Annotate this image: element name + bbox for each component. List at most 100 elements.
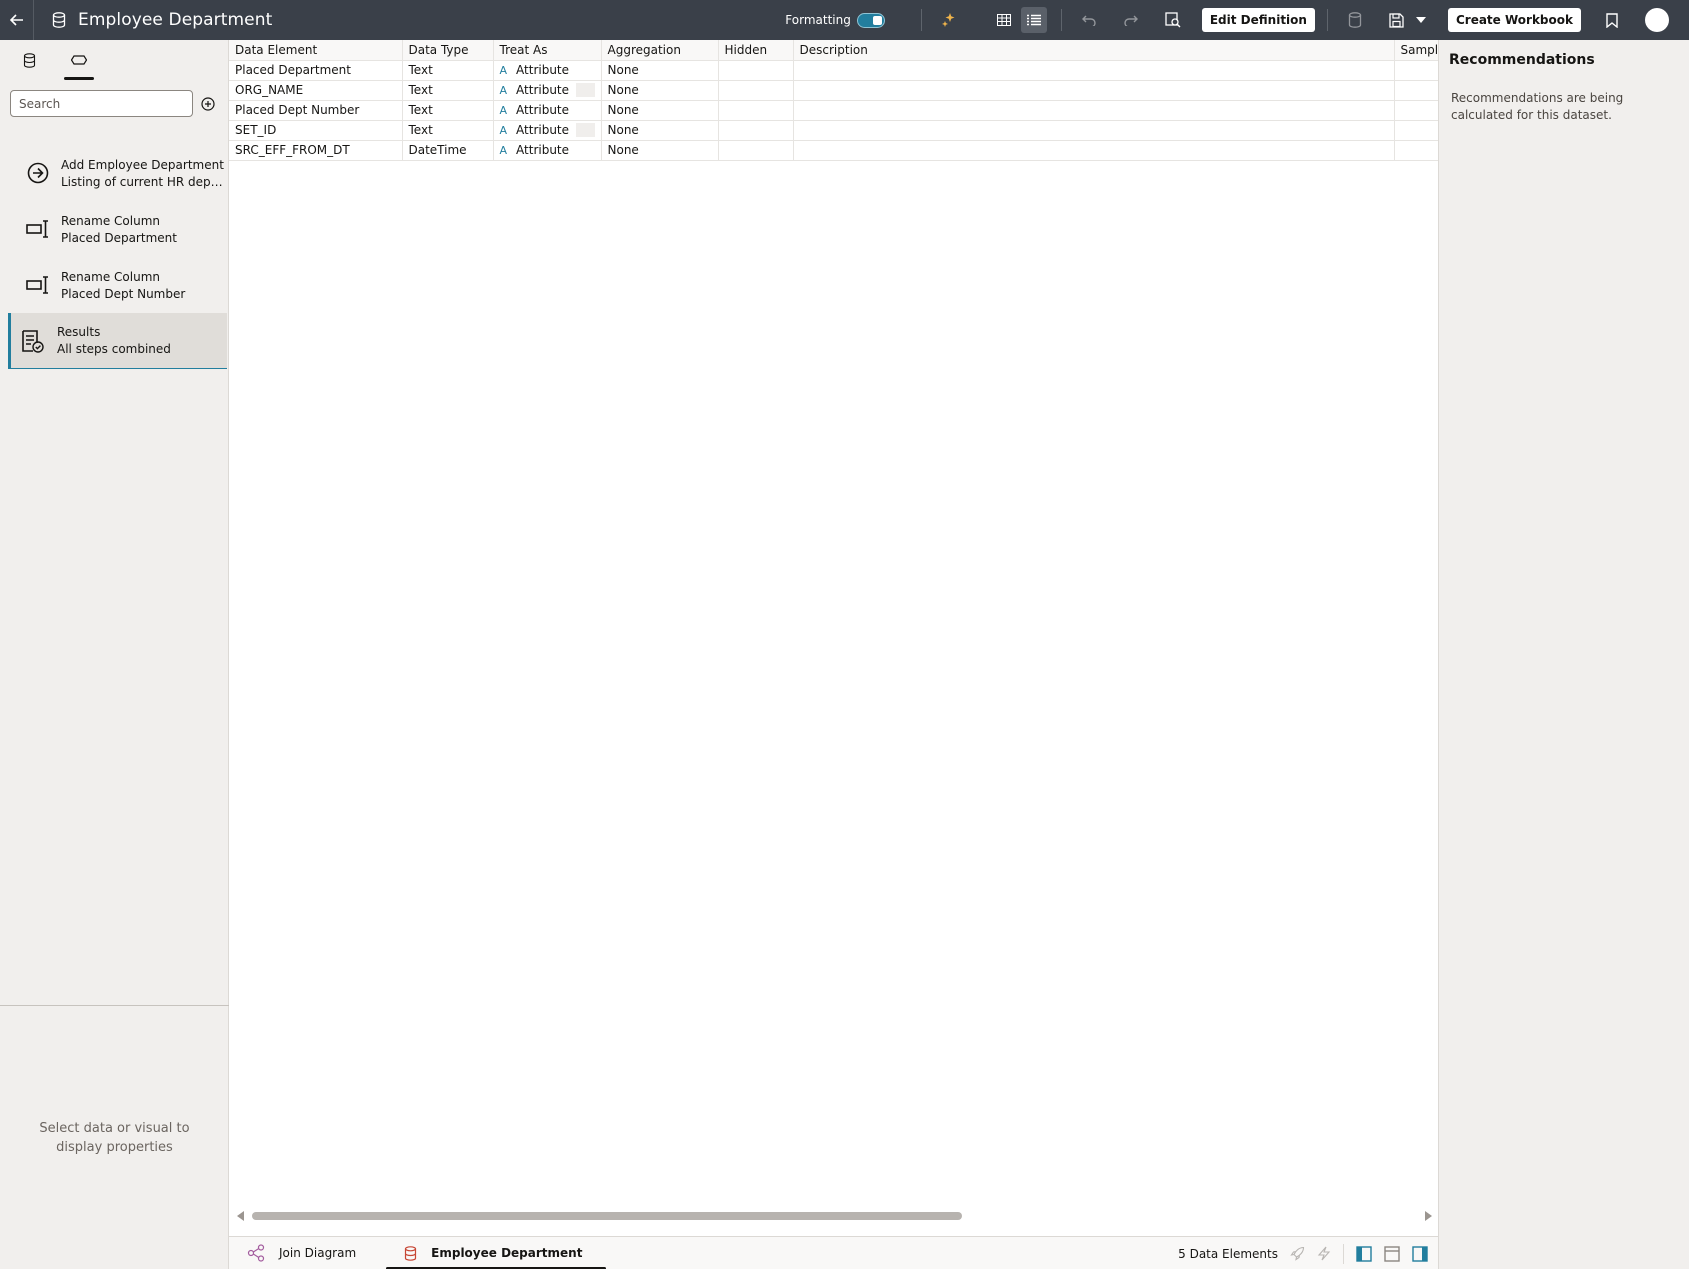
database-button[interactable] <box>1342 7 1368 33</box>
left-panel-toggle-icon[interactable] <box>1356 1245 1372 1262</box>
auto-insights-button[interactable] <box>936 7 962 33</box>
divider <box>1343 1243 1344 1264</box>
undo-icon <box>1081 15 1096 26</box>
grid-icon <box>996 14 1011 26</box>
cell-hidden[interactable] <box>718 80 794 101</box>
step-results[interactable]: Results All steps combined <box>8 313 227 369</box>
step-subtitle: Placed Department <box>61 230 177 245</box>
tab-label: Employee Department <box>431 1246 583 1260</box>
cell-hidden[interactable] <box>718 100 794 121</box>
capsule-icon <box>71 55 87 65</box>
divider <box>920 9 922 31</box>
save-button[interactable] <box>1384 7 1410 33</box>
search-input[interactable]: Search <box>10 90 193 117</box>
caret-down-icon <box>1415 17 1426 23</box>
step-rename-column[interactable]: Rename Column Placed Dept Number <box>8 257 227 313</box>
preview-button[interactable] <box>1160 7 1186 33</box>
column-header[interactable]: Aggregation <box>601 40 719 61</box>
cell-hidden[interactable] <box>718 120 794 141</box>
cell-description[interactable] <box>793 80 1395 101</box>
cell-data-element[interactable]: SRC_EFF_FROM_DT <box>229 140 403 161</box>
table-row[interactable]: Placed Dept Number Text A Attribute None <box>229 100 1439 121</box>
cell-treat-as[interactable]: A Attribute <box>493 140 602 161</box>
save-menu-button[interactable] <box>1414 7 1428 33</box>
cell-data-type[interactable]: Text <box>402 120 494 141</box>
table-row[interactable]: SET_ID Text A Attribute None <box>229 120 1439 141</box>
list-icon <box>1026 14 1041 26</box>
cell-hidden[interactable] <box>718 140 794 161</box>
cell-data-type[interactable]: Text <box>402 80 494 101</box>
tab-steps[interactable] <box>64 42 94 80</box>
undo-button[interactable] <box>1076 7 1102 33</box>
cell-data-element[interactable]: Placed Dept Number <box>229 100 403 121</box>
column-header[interactable]: Sample <box>1394 40 1439 61</box>
rocket-icon[interactable] <box>1290 1246 1305 1261</box>
cell-sample <box>1394 140 1439 161</box>
table-row[interactable]: SRC_EFF_FROM_DT DateTime A Attribute None <box>229 140 1439 161</box>
cell-description[interactable] <box>793 100 1395 121</box>
tab-data[interactable] <box>14 42 44 78</box>
sparkle-icon <box>941 13 955 27</box>
cell-hidden[interactable] <box>718 60 794 81</box>
recommendations-panel: Recommendations Recommendations are bein… <box>1438 40 1689 1269</box>
cell-data-type[interactable]: DateTime <box>402 140 494 161</box>
add-circle-icon[interactable] <box>201 96 215 111</box>
dataset-icon <box>52 12 66 28</box>
scroll-left-arrow-icon[interactable] <box>237 1211 244 1221</box>
cell-data-type[interactable]: Text <box>402 100 494 121</box>
cell-aggregation[interactable]: None <box>601 80 719 101</box>
cell-sample <box>1394 60 1439 81</box>
bookmark-button[interactable] <box>1599 7 1625 33</box>
cell-data-element[interactable]: SET_ID <box>229 120 403 141</box>
attribute-icon: A <box>499 143 508 157</box>
cell-description[interactable] <box>793 140 1395 161</box>
horizontal-scrollbar[interactable] <box>237 1210 1432 1222</box>
treat-as-value: Attribute <box>516 63 570 78</box>
bottom-panel-toggle-icon[interactable] <box>1384 1245 1400 1262</box>
step-title: Results <box>57 325 101 339</box>
cell-data-element[interactable]: ORG_NAME <box>229 80 403 101</box>
cell-description[interactable] <box>793 120 1395 141</box>
step-subtitle: All steps combined <box>57 342 171 356</box>
column-header[interactable]: Hidden <box>718 40 794 61</box>
formatting-toggle[interactable] <box>856 12 885 28</box>
cell-treat-as[interactable]: A Attribute <box>493 100 602 121</box>
lightning-icon[interactable] <box>1317 1246 1331 1261</box>
cell-treat-as[interactable]: A Attribute <box>493 120 602 141</box>
avatar[interactable] <box>1645 8 1669 32</box>
table-row[interactable]: ORG_NAME Text A Attribute None <box>229 80 1439 101</box>
cell-description[interactable] <box>793 60 1395 81</box>
column-header[interactable]: Treat As <box>493 40 602 61</box>
cell-aggregation[interactable]: None <box>601 60 719 81</box>
tab-join-diagram[interactable]: Join Diagram <box>229 1237 374 1269</box>
back-button[interactable] <box>0 0 34 40</box>
metadata-view-button[interactable] <box>1020 7 1047 33</box>
tab-employee-department[interactable]: Employee Department <box>386 1237 607 1269</box>
cell-aggregation[interactable]: None <box>601 120 719 141</box>
column-header[interactable]: Data Type <box>402 40 494 61</box>
table-view-button[interactable] <box>991 7 1017 33</box>
edit-definition-button[interactable]: Edit Definition <box>1201 8 1315 32</box>
cell-aggregation[interactable]: None <box>601 100 719 121</box>
step-rename-column[interactable]: Rename Column Placed Department <box>8 201 227 257</box>
column-header[interactable]: Description <box>793 40 1395 61</box>
table-row[interactable]: Placed Department Text A Attribute None <box>229 60 1439 81</box>
scrollbar-thumb[interactable] <box>252 1212 962 1220</box>
cell-data-type[interactable]: Text <box>402 60 494 81</box>
cell-treat-as[interactable]: A Attribute <box>493 80 602 101</box>
cell-aggregation[interactable]: None <box>601 140 719 161</box>
step-add-dataset[interactable]: Add Employee Department Listing of curre… <box>8 145 227 201</box>
right-panel-toggle-icon[interactable] <box>1412 1245 1428 1262</box>
cell-treat-as[interactable]: A Attribute <box>493 60 602 81</box>
scroll-right-arrow-icon[interactable] <box>1425 1211 1432 1221</box>
create-workbook-button[interactable]: Create Workbook <box>1447 8 1581 32</box>
attribute-icon: A <box>499 123 508 137</box>
cell-data-element[interactable]: Placed Department <box>229 60 403 81</box>
redo-button[interactable] <box>1118 7 1144 33</box>
treat-as-value: Attribute <box>516 143 570 158</box>
rename-column-icon <box>26 276 48 294</box>
table-header-row: Data Element Data Type Treat As Aggregat… <box>229 40 1439 61</box>
attribute-icon: A <box>499 103 508 117</box>
database-icon <box>23 52 35 68</box>
column-header[interactable]: Data Element <box>229 40 403 61</box>
